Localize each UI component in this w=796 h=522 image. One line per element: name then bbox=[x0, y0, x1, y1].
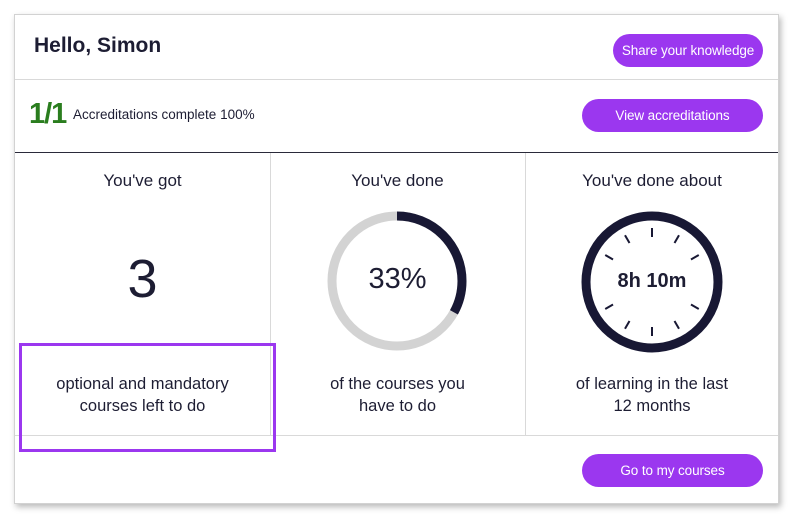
courses-left-count: 3 bbox=[127, 249, 158, 309]
clock-tick bbox=[673, 320, 680, 330]
learning-time-caption-line-1: of learning in the last bbox=[575, 375, 729, 393]
clock-tick bbox=[604, 303, 614, 310]
progress-caption: of the courses you have to do bbox=[270, 373, 525, 417]
go-to-my-courses-button[interactable]: Go to my courses bbox=[582, 454, 763, 487]
clock-tick bbox=[690, 254, 700, 261]
card-header: Hello, Simon Share your knowledge bbox=[15, 15, 778, 80]
highlight-box bbox=[19, 343, 276, 452]
clock-tick bbox=[624, 234, 631, 244]
view-accreditations-button[interactable]: View accreditations bbox=[582, 99, 763, 132]
progress-title: You've done bbox=[351, 171, 444, 190]
clock-tick bbox=[624, 320, 631, 330]
share-knowledge-button[interactable]: Share your knowledge bbox=[613, 34, 763, 67]
clock-tick bbox=[690, 303, 700, 310]
accreditations-row: 1/1 Accreditations complete 100% View ac… bbox=[15, 80, 778, 153]
progress-caption-line-1: of the courses you bbox=[330, 375, 465, 393]
learning-time-panel: You've done about 8h 10m of learning in … bbox=[525, 153, 779, 435]
learning-time-value: 8h 10m bbox=[617, 270, 687, 292]
clock-tick bbox=[673, 234, 680, 244]
accreditations-ratio: 1/1 bbox=[29, 98, 67, 130]
greeting-heading: Hello, Simon bbox=[34, 34, 162, 57]
learning-time-caption: of learning in the last 12 months bbox=[525, 373, 779, 417]
progress-panel: You've done 33% of the courses you have … bbox=[270, 153, 526, 435]
progress-caption-line-2: have to do bbox=[358, 397, 437, 415]
courses-left-title: You've got bbox=[103, 171, 182, 190]
accreditations-status-text: Accreditations complete 100% bbox=[73, 107, 255, 122]
progress-percent: 33% bbox=[368, 263, 427, 295]
learning-time-title: You've done about bbox=[582, 171, 722, 190]
learning-time-caption-line-2: 12 months bbox=[613, 397, 691, 415]
clock-tick bbox=[604, 254, 614, 261]
